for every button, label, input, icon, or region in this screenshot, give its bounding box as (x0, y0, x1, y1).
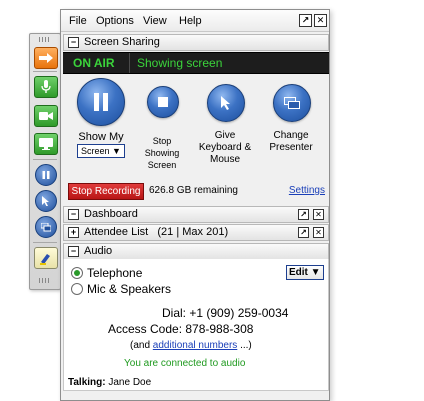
give-keyboard-mouse-button[interactable] (207, 84, 245, 122)
close-icon[interactable]: ✕ (313, 209, 324, 220)
stop-showing-button[interactable] (147, 86, 179, 118)
give-keyboard-mouse-label: Give Keyboard & Mouse (198, 130, 252, 165)
floating-toolbar (29, 33, 61, 290)
toolbar-grip[interactable] (39, 37, 51, 42)
talking-name: Jane Doe (108, 377, 152, 388)
menu-help[interactable]: Help (179, 15, 202, 27)
pause-icon (94, 93, 108, 111)
talking-indicator: Talking: Jane Doe (68, 377, 151, 388)
pause-icon[interactable] (35, 164, 57, 186)
popout-icon[interactable]: ↗ (298, 227, 309, 238)
mic-speakers-radio[interactable] (71, 283, 83, 295)
close-icon[interactable]: ✕ (313, 227, 324, 238)
toolbar-divider (33, 242, 57, 243)
telephone-radio[interactable] (71, 267, 83, 279)
toolbar-grip[interactable] (39, 278, 51, 283)
section-title: Attendee List (21 | Max 201) (84, 226, 228, 238)
collapse-icon[interactable]: − (68, 246, 79, 257)
toolbar-divider (33, 71, 57, 72)
popout-icon[interactable]: ↗ (299, 14, 312, 27)
control-panel: File Options View Help ↗ ✕ − Screen Shar… (60, 9, 330, 401)
menu-view[interactable]: View (143, 15, 167, 27)
and-text: (and (130, 340, 151, 351)
recording-row: Stop Recording 626.8 GB remaining Settin… (63, 182, 329, 202)
monitor-icon[interactable] (34, 133, 58, 155)
on-air-bar: ON AIR Showing screen (63, 52, 329, 74)
dial-number: Dial: +1 (909) 259-0034 (162, 306, 289, 320)
pointer-icon (221, 96, 230, 110)
screen-dropdown-label: Screen (81, 146, 110, 156)
on-air-status: ON AIR (73, 56, 115, 70)
pause-sharing-button[interactable] (77, 78, 125, 126)
video-camera-icon[interactable] (34, 105, 58, 127)
change-presenter-icon[interactable] (35, 216, 57, 238)
audio-header[interactable]: − Audio (63, 243, 329, 260)
additional-numbers-link[interactable]: additional numbers (153, 340, 238, 351)
pointer-icon[interactable] (35, 190, 57, 212)
stop-icon (158, 97, 168, 107)
section-title: Audio (84, 245, 113, 257)
show-my-text: Show My (78, 131, 124, 143)
showing-screen-text: Showing screen (137, 56, 223, 70)
stop-recording-button[interactable]: Stop Recording (68, 183, 144, 200)
show-my-screen-label: Show My Screen ▼ (65, 131, 137, 158)
menu-bar: File Options View Help ↗ ✕ (61, 10, 329, 32)
additional-numbers-line: (and additional numbers ...) (130, 340, 252, 351)
audio-connected-status: You are connected to audio (124, 358, 246, 369)
telephone-label[interactable]: Telephone (87, 266, 142, 280)
section-title: Screen Sharing (84, 36, 160, 48)
access-code: Access Code: 878-988-308 (108, 322, 254, 336)
talking-label: Talking: (68, 377, 106, 388)
menu-file[interactable]: File (69, 15, 87, 27)
settings-link[interactable]: Settings (289, 185, 325, 196)
change-presenter-button[interactable] (273, 84, 311, 122)
menu-options[interactable]: Options (96, 15, 134, 27)
toolbar-divider (33, 159, 57, 160)
screen-dropdown[interactable]: Screen ▼ (77, 144, 125, 158)
storage-remaining: 626.8 GB remaining (149, 185, 238, 196)
close-icon[interactable]: ✕ (314, 14, 327, 27)
mic-speakers-label[interactable]: Mic & Speakers (87, 282, 171, 296)
audio-panel: Telephone Edit ▼ Mic & Speakers Dial: +1… (63, 259, 329, 391)
change-presenter-icon (284, 96, 300, 109)
attendee-list-title: Attendee List (84, 226, 149, 238)
collapse-icon[interactable]: − (68, 37, 79, 48)
attendee-count: (21 | Max 201) (157, 226, 229, 238)
edit-label: Edit (289, 267, 308, 278)
divider (129, 53, 130, 73)
ellipsis-text: ...) (240, 340, 252, 351)
attendee-list-header[interactable]: + Attendee List (21 | Max 201) ↗ ✕ (63, 224, 329, 241)
collapse-icon[interactable]: − (68, 209, 79, 220)
dashboard-header[interactable]: − Dashboard ↗ ✕ (63, 206, 329, 223)
change-presenter-label: Change Presenter (269, 130, 313, 153)
stop-showing-label: Stop Showing Screen (144, 136, 180, 170)
edit-dropdown-button[interactable]: Edit ▼ (286, 265, 324, 280)
arrow-right-icon[interactable] (34, 47, 58, 69)
screen-sharing-header[interactable]: − Screen Sharing (63, 34, 329, 51)
expand-icon[interactable]: + (68, 227, 79, 238)
highlighter-icon[interactable] (34, 247, 58, 269)
microphone-icon[interactable] (34, 76, 58, 98)
popout-icon[interactable]: ↗ (298, 209, 309, 220)
section-title: Dashboard (84, 208, 138, 220)
